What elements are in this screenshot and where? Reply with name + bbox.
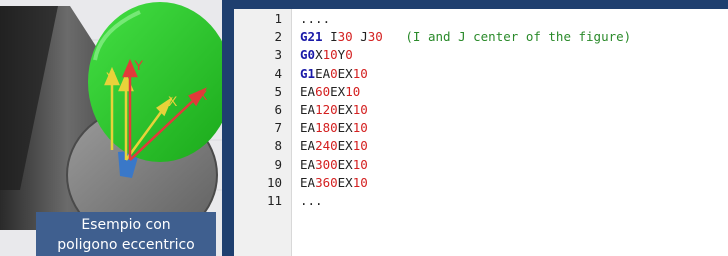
axis-label-x-yellow: X — [168, 93, 178, 109]
line-number: 1 — [274, 11, 282, 26]
code-line: 5 EA60EX10 — [234, 83, 728, 101]
code-token: 240 — [315, 138, 338, 154]
axis-label-x-red: X — [198, 87, 208, 103]
code-line: 6 EA120EX10 — [234, 101, 728, 119]
line-code: G21 I30 J30 (I and J center of the figur… — [282, 28, 631, 46]
code-token: (I and J center of the figure) — [382, 29, 632, 45]
code-token: EA — [300, 101, 316, 117]
code-token: EX — [337, 138, 353, 154]
line-number: 9 — [274, 156, 282, 172]
code-token: EA — [300, 138, 316, 154]
line-number: 7 — [274, 120, 282, 136]
code-token: 300 — [315, 156, 338, 172]
code-line: 8 EA240EX10 — [234, 137, 728, 155]
code-token: 10 — [345, 83, 361, 99]
code-token: 10 — [352, 156, 368, 172]
line-number: 6 — [274, 101, 282, 117]
code-token: G0 — [300, 47, 316, 63]
code-line: 10 EA360EX10 — [234, 174, 728, 192]
code-token: EX — [337, 65, 353, 81]
code-token: EA — [300, 120, 316, 136]
line-code: G1EA0EX10 — [282, 65, 368, 83]
code-editor[interactable]: 1.... 2 G21 I30 J30 (I and J center of the… — [234, 0, 728, 256]
code-token: 10 — [352, 65, 368, 81]
line-number: 5 — [274, 83, 282, 99]
line-code: G0X10Y0 — [282, 46, 353, 64]
code-token: J — [352, 29, 368, 45]
code-token: EA — [315, 65, 331, 81]
line-number: 8 — [274, 138, 282, 154]
code-line: 7 EA180EX10 — [234, 119, 728, 137]
code-token: 0 — [345, 47, 353, 63]
code-token: 60 — [315, 83, 331, 99]
code-token: ... — [300, 192, 323, 208]
panel-divider — [222, 0, 234, 256]
code-token: 180 — [315, 120, 338, 136]
code-line: 1.... — [234, 10, 728, 28]
code-token: EX — [337, 156, 353, 172]
code-token: EX — [337, 101, 353, 117]
code-token: EX — [337, 174, 353, 190]
line-number: 3 — [274, 47, 282, 63]
code-token: 10 — [352, 120, 368, 136]
line-number: 4 — [274, 65, 282, 81]
code-token: 10 — [352, 138, 368, 154]
axis-label-y-yellow: Y — [106, 69, 116, 85]
code-token: 10 — [322, 47, 338, 63]
code-line: 4 G1EA0EX10 — [234, 65, 728, 83]
code-token: 10 — [352, 101, 368, 117]
code-token: 10 — [352, 174, 368, 190]
code-lines: 1.... 2 G21 I30 J30 (I and J center of the… — [234, 10, 728, 210]
figure-caption: Esempio con poligono eccentrico — [36, 212, 216, 256]
line-code: EA300EX10 — [282, 156, 368, 174]
line-code: ... — [282, 192, 323, 210]
code-token: EX — [337, 120, 353, 136]
line-code: EA360EX10 — [282, 174, 368, 192]
lathe-illustration: Y Y X X Esempio con poligono eccentrico — [0, 0, 222, 256]
line-number: 2 — [274, 29, 282, 45]
caption-line-1: Esempio con — [81, 217, 171, 233]
code-token: G21 — [300, 29, 323, 45]
code-token: 120 — [315, 101, 338, 117]
code-token: .... — [300, 11, 331, 26]
code-line: 2 G21 I30 J30 (I and J center of the figu… — [234, 28, 728, 46]
code-token: EA — [300, 174, 316, 190]
code-token: EA — [300, 83, 316, 99]
line-code: EA180EX10 — [282, 119, 368, 137]
code-token: 360 — [315, 174, 338, 190]
code-token: 30 — [367, 29, 383, 45]
code-line: 3 G0X10Y0 — [234, 46, 728, 64]
line-number: 10 — [266, 174, 282, 190]
editor-top-border — [234, 0, 728, 9]
code-token: 0 — [330, 65, 338, 81]
line-code: .... — [282, 10, 330, 28]
caption-line-2: poligono eccentrico — [57, 237, 195, 253]
line-code: EA60EX10 — [282, 83, 360, 101]
code-token: G1 — [300, 65, 316, 81]
code-line: 9 EA300EX10 — [234, 156, 728, 174]
code-token: I — [322, 29, 338, 45]
line-number: 11 — [266, 192, 282, 208]
code-token: EX — [330, 83, 346, 99]
code-line: 11... — [234, 192, 728, 210]
code-token: 30 — [337, 29, 353, 45]
code-token: X — [315, 47, 323, 63]
line-code: EA240EX10 — [282, 137, 368, 155]
code-token: EA — [300, 156, 316, 172]
line-code: EA120EX10 — [282, 101, 368, 119]
axis-label-y-red: Y — [134, 57, 144, 73]
